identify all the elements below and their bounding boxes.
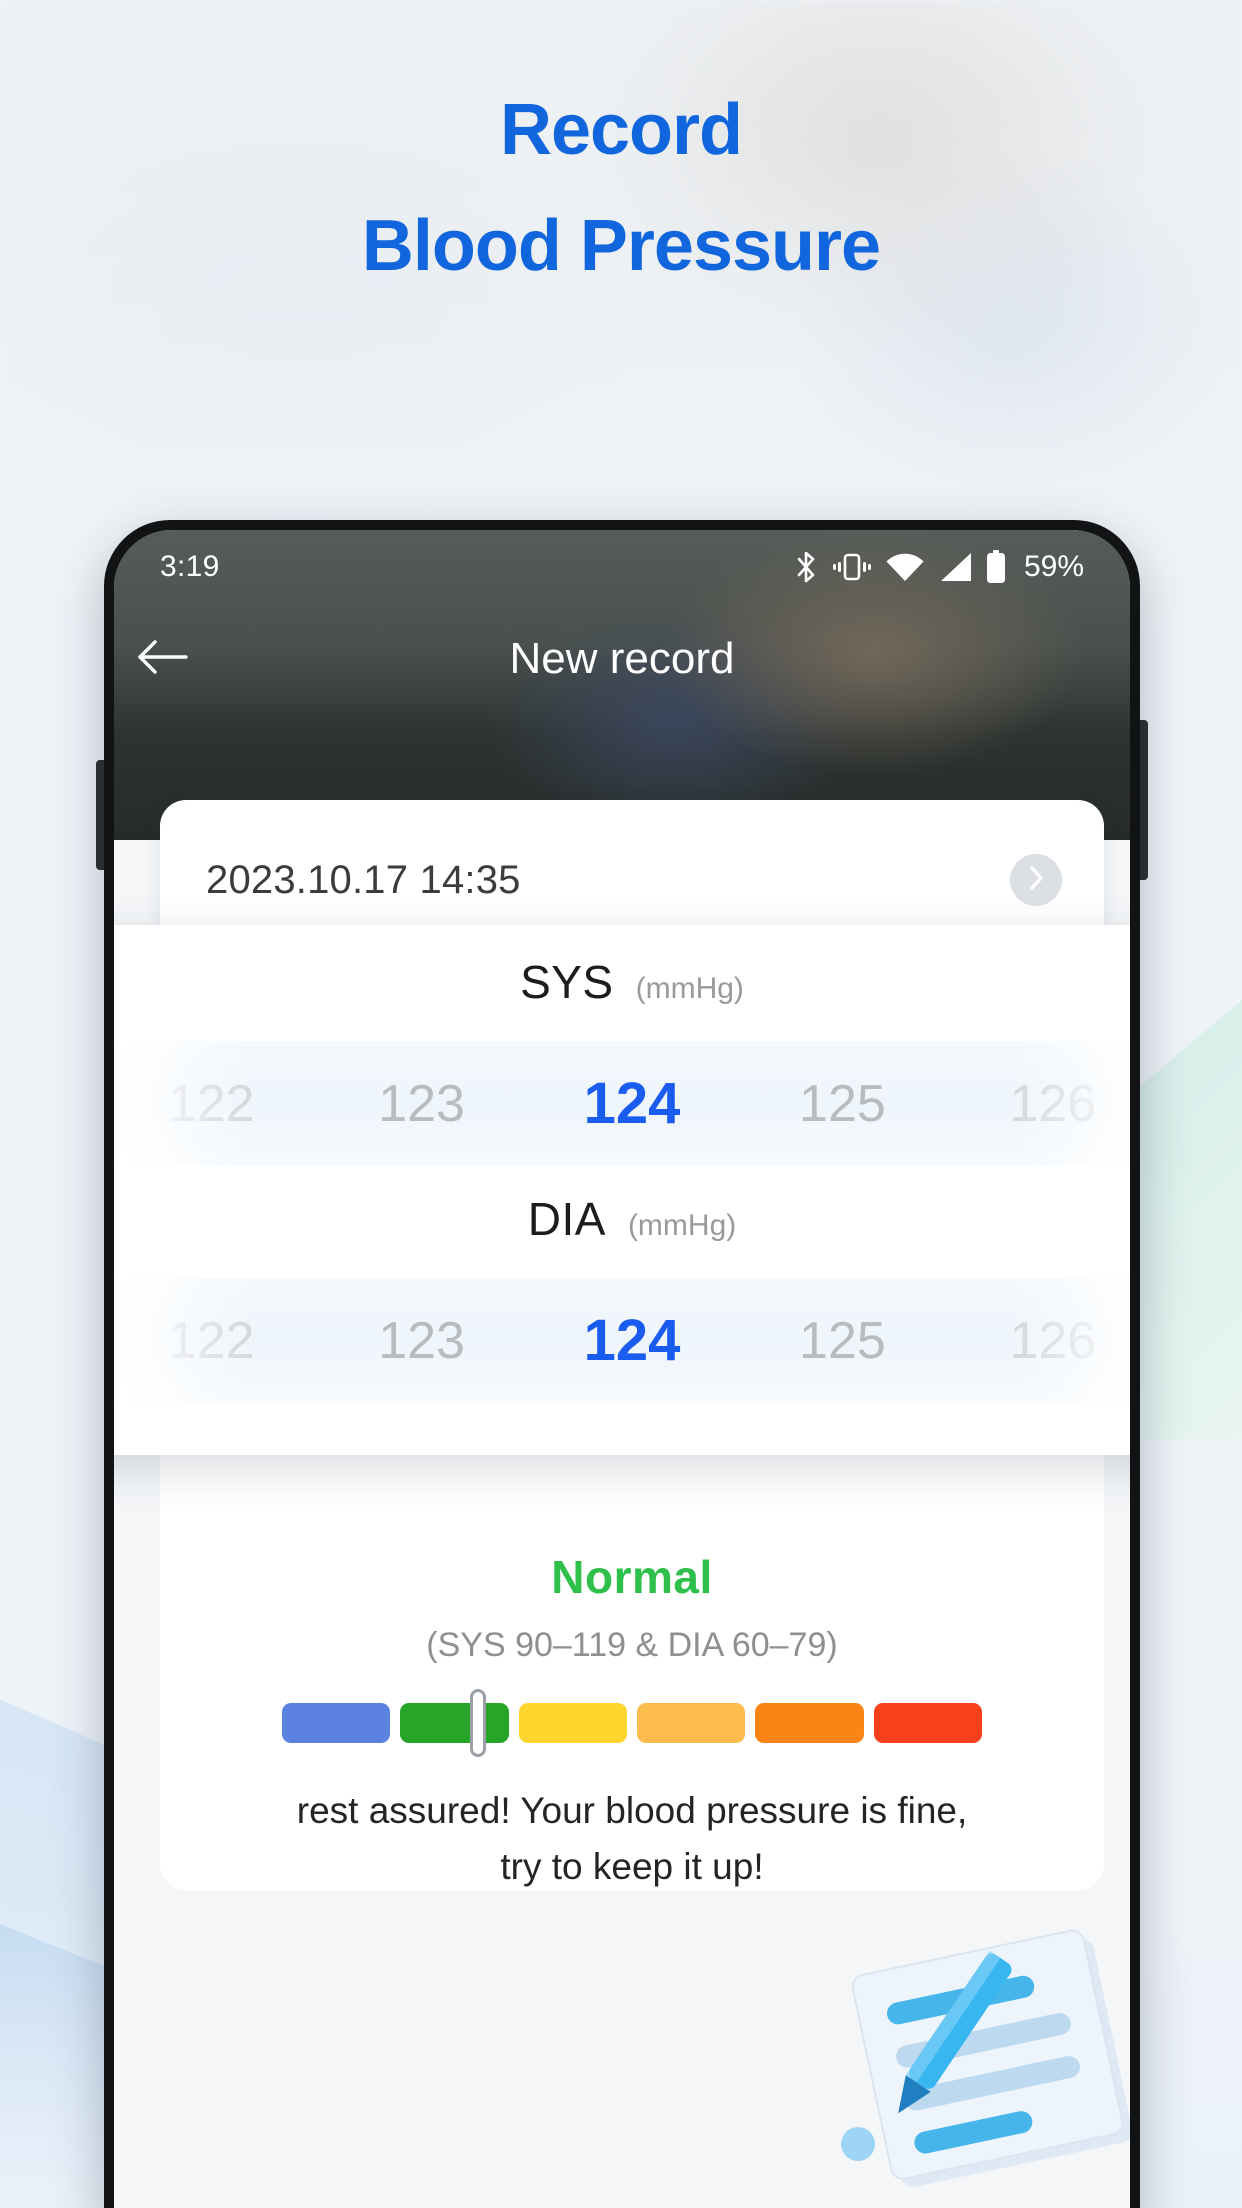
scale-marker [470, 1689, 486, 1757]
sys-option-3[interactable]: 125 [737, 1074, 947, 1134]
advice-line-1: rest assured! Your blood pressure is fin… [296, 1790, 968, 1831]
sys-picker-wheel[interactable]: 122 123 124 125 126 [114, 1041, 1130, 1166]
battery-icon [986, 550, 1006, 584]
dia-option-selected[interactable]: 124 [527, 1307, 737, 1374]
dia-option-3[interactable]: 125 [737, 1311, 947, 1371]
cellular-signal-icon [938, 552, 972, 582]
sys-picker-group: SYS (mmHg) 122 123 124 125 126 [114, 955, 1130, 1166]
status-range-text: (SYS 90–119 & DIA 60–79) [426, 1626, 838, 1664]
hero-title-line-2: Blood Pressure [361, 206, 881, 286]
notepad-illustration [808, 1928, 1130, 2198]
phone-side-button-left [96, 760, 104, 870]
sys-picker-header: SYS (mmHg) [114, 955, 1130, 1041]
scale-segment-elevated[interactable] [518, 1703, 627, 1743]
sys-label: SYS [520, 956, 614, 1008]
bp-scale-bar[interactable] [282, 1689, 982, 1757]
scale-segment-hypertensive[interactable] [873, 1703, 982, 1743]
vibrate-icon [832, 551, 872, 583]
value-picker-sheet: SYS (mmHg) 122 123 124 125 126 DIA (mmHg… [114, 925, 1130, 1455]
dia-label: DIA [527, 1193, 606, 1245]
advice-line-2: try to keep it up! [500, 1846, 764, 1887]
hero-title-line-1: Record [499, 90, 743, 170]
back-button[interactable] [114, 604, 210, 714]
phone-side-button-right [1140, 720, 1148, 880]
datetime-value: 2023.10.17 14:35 [206, 857, 521, 902]
hero-title: Record Blood Pressure [0, 72, 1242, 304]
wifi-icon [886, 552, 924, 582]
result-card: Normal (SYS 90–119 & DIA 60–79) rest ass… [160, 1420, 1104, 1890]
scale-segment-high-stage-1[interactable] [636, 1703, 746, 1743]
dia-option-4[interactable]: 126 [948, 1311, 1130, 1371]
sys-unit: (mmHg) [635, 972, 744, 1005]
dia-picker-group: DIA (mmHg) 122 123 124 125 126 [114, 1192, 1130, 1403]
dia-unit: (mmHg) [627, 1209, 737, 1242]
phone-mockup: 3:19 59% New record 2023.10.17 14:35 Nor… [96, 520, 1148, 2208]
scale-segment-normal[interactable] [400, 1703, 509, 1743]
dia-option-1[interactable]: 123 [316, 1311, 526, 1371]
dia-option-0[interactable]: 122 [114, 1311, 316, 1371]
arrow-left-icon [136, 637, 188, 682]
sys-option-4[interactable]: 126 [948, 1074, 1130, 1134]
status-bar-icons: 59% [794, 550, 1084, 584]
phone-screen: 3:19 59% New record 2023.10.17 14:35 Nor… [114, 530, 1130, 2208]
status-bar-time: 3:19 [160, 550, 220, 583]
sys-option-0[interactable]: 122 [114, 1074, 316, 1134]
page-title: New record [509, 634, 735, 683]
datetime-chevron-button[interactable] [1010, 854, 1062, 906]
bluetooth-icon [794, 550, 818, 584]
battery-percentage: 59% [1023, 550, 1084, 583]
sys-option-1[interactable]: 123 [316, 1074, 526, 1134]
status-bar: 3:19 59% [114, 530, 1130, 604]
promo-screenshot: Record Blood Pressure 3:19 59% New recor… [0, 0, 1242, 2208]
dia-picker-wheel[interactable]: 122 123 124 125 126 [114, 1278, 1130, 1403]
chevron-right-icon [1027, 865, 1045, 896]
status-badge: Normal [551, 1551, 713, 1603]
dia-picker-header: DIA (mmHg) [114, 1192, 1130, 1278]
app-bar: New record [114, 604, 1130, 714]
scale-segment-high-stage-2[interactable] [755, 1703, 864, 1743]
scale-segment-low[interactable] [282, 1703, 391, 1743]
sys-option-selected[interactable]: 124 [527, 1070, 737, 1137]
advice-text: rest assured! Your blood pressure is fin… [217, 1783, 1047, 1895]
